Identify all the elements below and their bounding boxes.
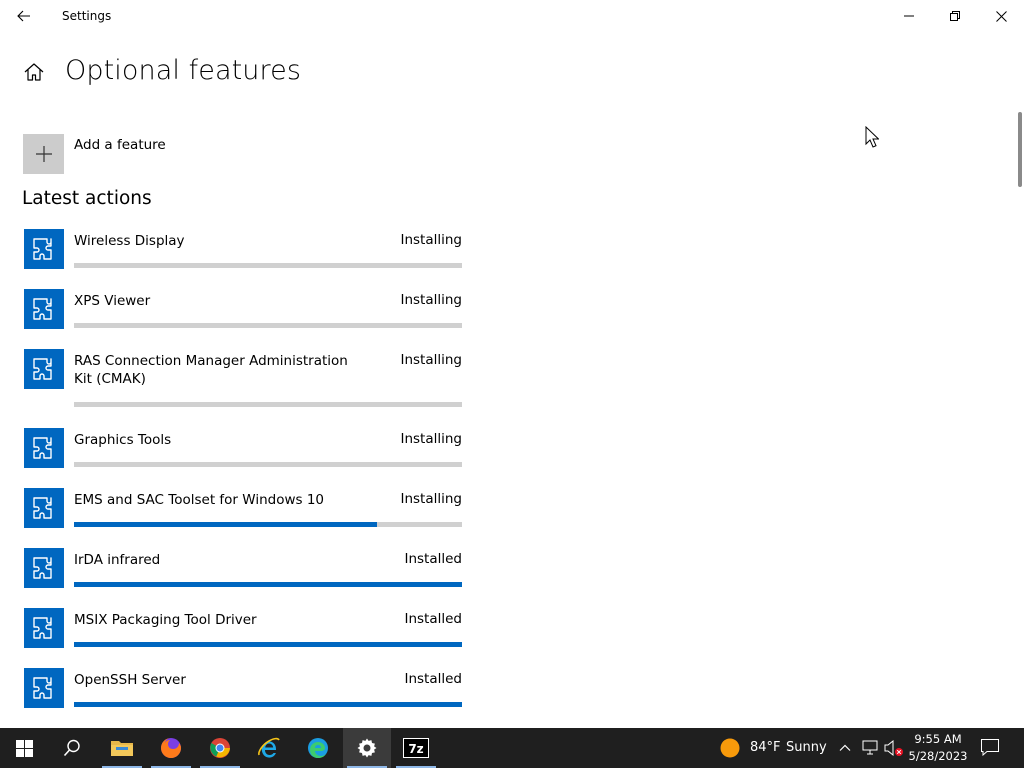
notification-icon [981,739,999,757]
progress-bar [74,462,462,467]
svg-text:7z: 7z [408,742,423,756]
progress-bar [74,323,462,328]
7zip-icon: 7z [403,738,429,758]
feature-name: MSIX Packaging Tool Driver [74,612,257,628]
puzzle-icon-tile [24,548,64,588]
windows-logo-icon [15,739,33,757]
feature-status: Installing [400,431,462,447]
feature-name: Wireless Display [74,233,185,249]
progress-bar [74,702,462,707]
restore-icon [950,11,960,21]
home-icon[interactable] [23,61,45,83]
minimize-button[interactable] [886,0,932,32]
weather-temp: 84°F [750,740,781,755]
feature-name: OpenSSH Server [74,672,186,688]
edge-icon [308,738,328,758]
sun-icon [720,738,740,758]
puzzle-icon [33,677,52,699]
feature-status: Installed [404,551,462,567]
progress-fill [74,702,462,707]
feature-status: Installing [400,491,462,507]
chrome-icon [210,738,230,758]
gear-icon [357,738,377,758]
feature-status: Installing [400,292,462,308]
firefox-button[interactable] [147,728,195,768]
add-tile [23,134,64,174]
volume-muted-icon [884,739,903,757]
search-button[interactable] [48,728,96,768]
network-icon [862,740,878,755]
firefox-icon [161,738,181,758]
back-arrow-icon [17,10,30,22]
feature-name: XPS Viewer [74,293,151,309]
progress-bar [74,263,462,268]
folder-icon [111,741,133,756]
puzzle-icon [33,437,52,459]
close-icon [995,10,1007,22]
progress-fill [74,522,377,527]
settings-taskbar-button[interactable] [343,728,391,768]
window-title: Settings [62,9,112,23]
puzzle-icon [33,358,52,380]
feature-name: EMS and SAC Toolset for Windows 10 [74,492,324,508]
puzzle-icon-tile [24,488,64,528]
chevron-up-icon [839,744,851,751]
puzzle-icon [33,617,52,639]
feature-status: Installed [404,671,462,687]
progress-bar [74,642,462,647]
minimize-icon [904,15,914,17]
notifications-button[interactable] [980,738,1002,758]
plus-icon [35,146,52,162]
show-hidden-icons-button[interactable] [838,740,854,756]
puzzle-icon-tile [24,668,64,708]
mouse-cursor-icon [865,126,879,148]
progress-bar [74,522,462,527]
close-button[interactable] [978,0,1024,32]
clock-date: 5/28/2023 [908,749,968,763]
puzzle-icon [33,497,52,519]
clock-time: 9:55 AM [914,732,962,746]
puzzle-icon [33,298,52,320]
puzzle-icon-tile [24,608,64,648]
puzzle-icon-tile [24,349,64,389]
chrome-button[interactable] [196,728,244,768]
feature-status: Installing [400,352,462,368]
page-title: Optional features [65,55,301,86]
ie-icon [258,737,280,758]
weather-condition: Sunny [786,740,827,755]
taskbar: 7z 84°F Sunny 9:55 AM 5/28/2023 [0,728,1024,768]
feature-name: Graphics Tools [74,432,172,448]
volume-button[interactable] [884,739,904,757]
network-button[interactable] [862,739,880,757]
puzzle-icon [33,238,52,260]
title-bar: Settings [0,0,1024,32]
progress-bar [74,402,462,407]
restore-button[interactable] [932,0,978,32]
internet-explorer-button[interactable] [245,728,293,768]
back-button[interactable] [6,0,42,32]
progress-bar [74,582,462,587]
puzzle-icon [33,557,52,579]
add-feature-label: Add a feature [74,137,166,153]
progress-fill [74,582,462,587]
file-explorer-button[interactable] [98,728,146,768]
feature-status: Installed [404,611,462,627]
clock[interactable]: 9:55 AM 5/28/2023 [906,731,970,765]
puzzle-icon-tile [24,229,64,269]
puzzle-icon-tile [24,289,64,329]
vertical-scrollbar[interactable] [1018,112,1022,187]
7zip-button[interactable]: 7z [392,728,440,768]
weather-widget[interactable]: 84°F Sunny [718,728,830,768]
start-button[interactable] [0,728,48,768]
latest-actions-heading: Latest actions [22,188,152,209]
feature-status: Installing [400,232,462,248]
feature-name: RAS Connection Manager Administration Ki… [74,353,348,387]
edge-button[interactable] [294,728,342,768]
feature-name: IrDA infrared [74,552,161,568]
puzzle-icon-tile [24,428,64,468]
add-feature-button[interactable]: Add a feature [23,134,323,174]
search-icon [63,739,80,757]
progress-fill [74,642,462,647]
